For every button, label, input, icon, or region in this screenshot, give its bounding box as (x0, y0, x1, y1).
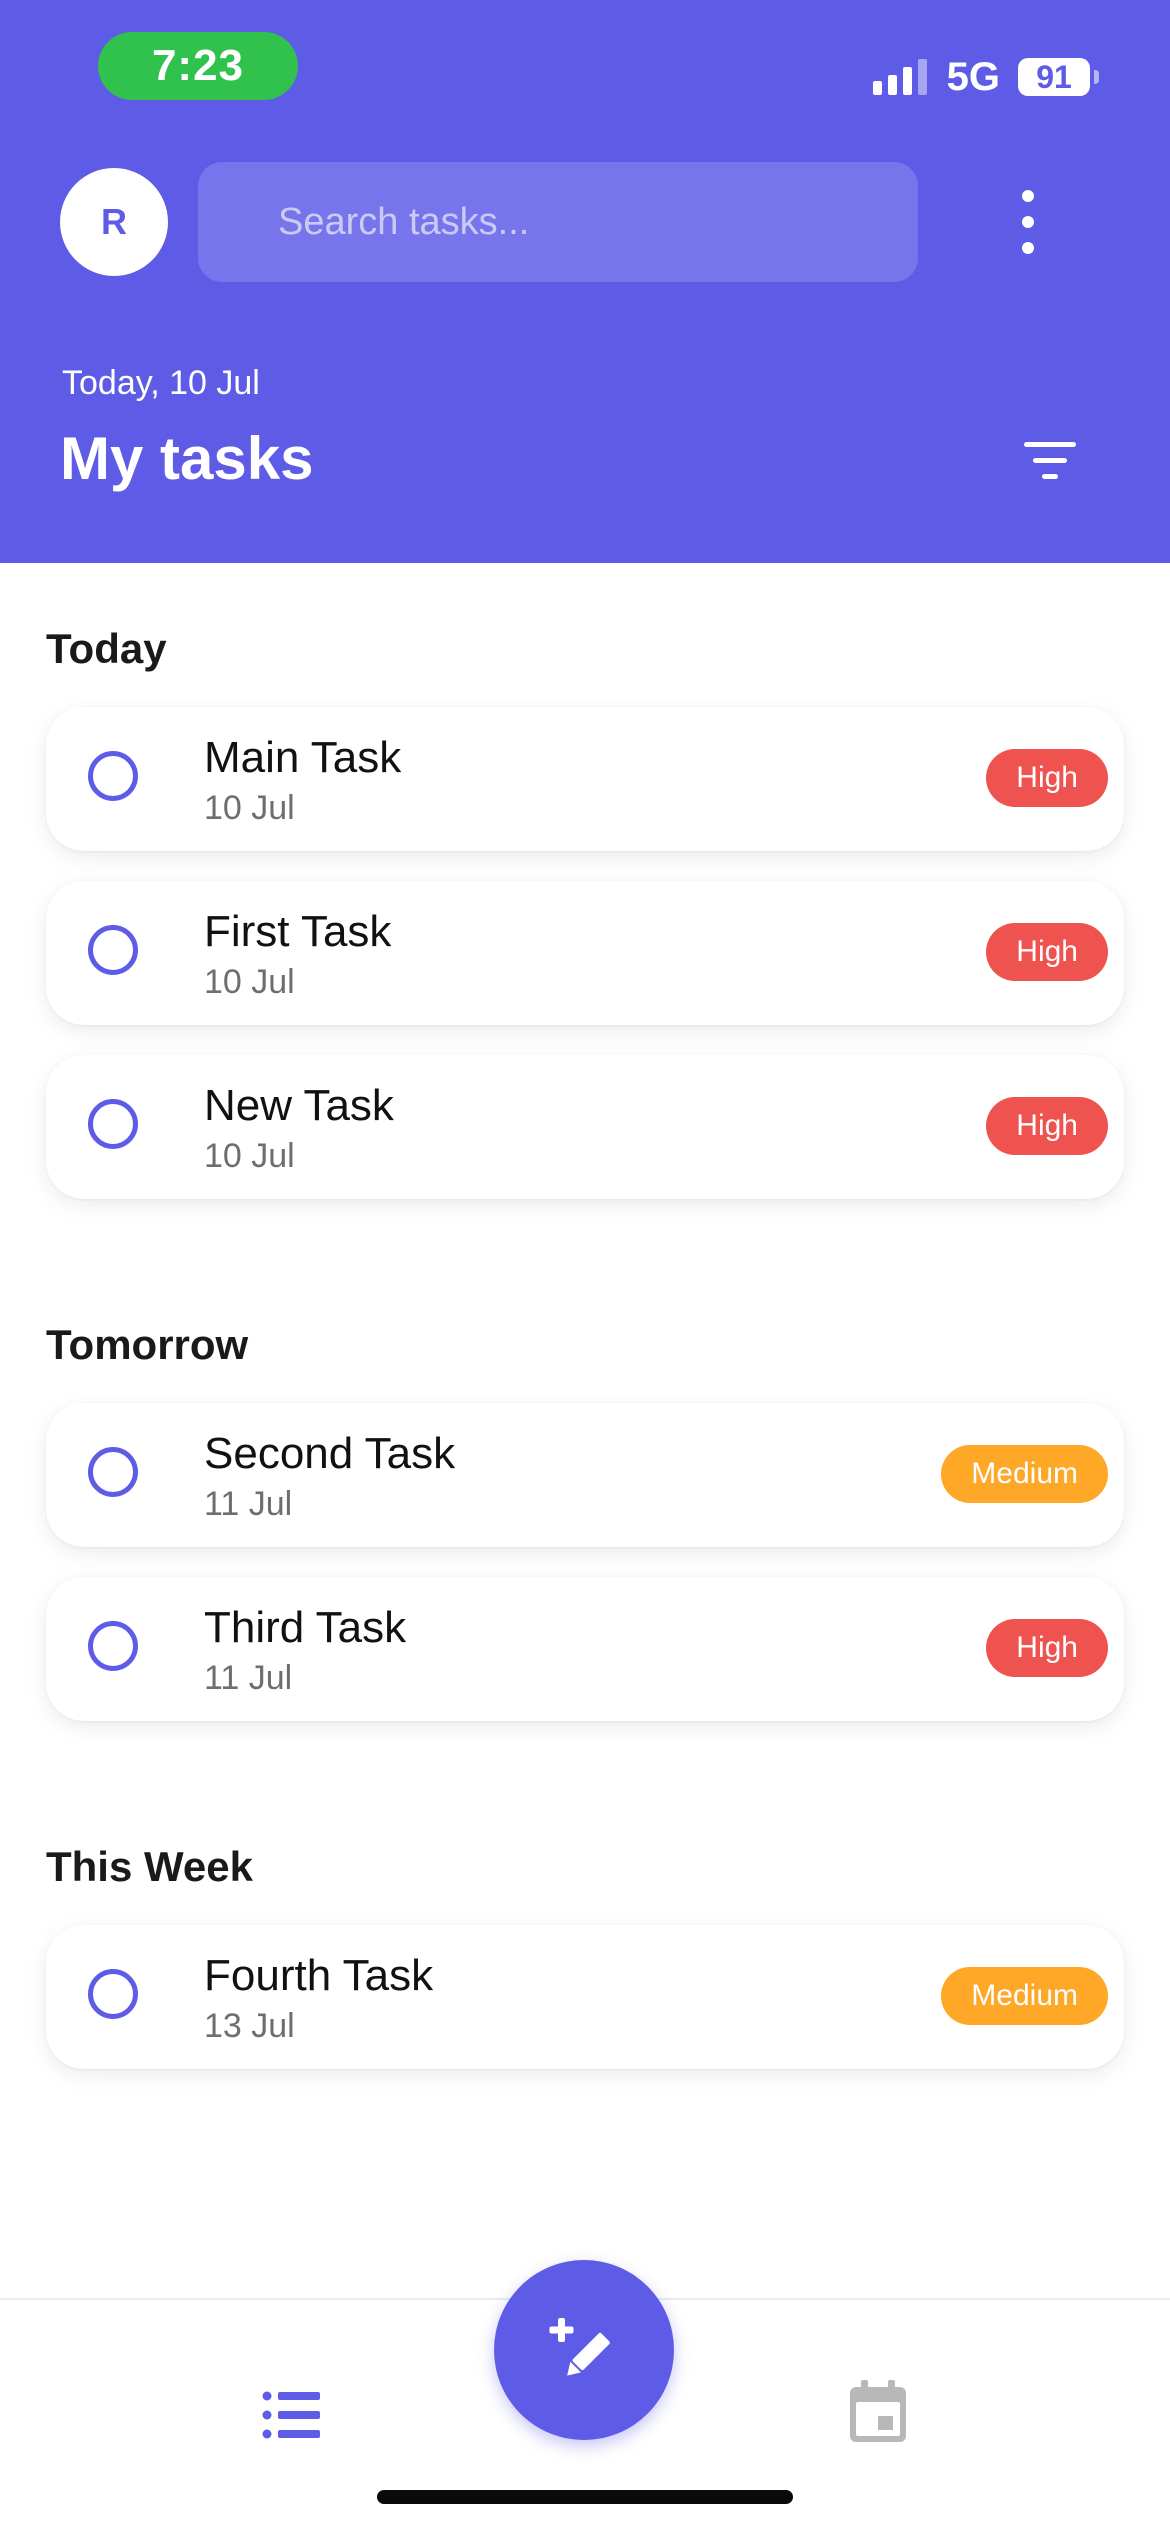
avatar[interactable]: R (60, 168, 168, 276)
task-card[interactable]: First Task 10 Jul High (46, 881, 1124, 1025)
task-name: New Task (204, 1081, 394, 1130)
task-card[interactable]: Second Task 11 Jul Medium (46, 1403, 1124, 1547)
task-card[interactable]: Main Task 10 Jul High (46, 707, 1124, 851)
task-name: Main Task (204, 733, 402, 782)
task-card[interactable]: Third Task 11 Jul High (46, 1577, 1124, 1721)
search-bar[interactable] (198, 162, 918, 282)
task-checkbox[interactable] (88, 925, 138, 975)
task-date: 13 Jul (204, 2007, 295, 2045)
status-time: 7:23 (98, 32, 298, 100)
task-date: 11 Jul (204, 1485, 293, 1523)
priority-badge: High (986, 1097, 1108, 1155)
priority-badge: Medium (941, 1445, 1108, 1503)
task-name: Second Task (204, 1429, 456, 1478)
task-card[interactable]: Fourth Task 13 Jul Medium (46, 1925, 1124, 2069)
task-checkbox[interactable] (88, 1099, 138, 1149)
status-indicators: 5G 91 (872, 52, 1099, 102)
home-indicator (377, 2490, 793, 2504)
task-date: 10 Jul (204, 789, 295, 827)
page-title: My tasks (60, 425, 314, 492)
filter-icon[interactable] (1022, 440, 1078, 482)
battery-icon: 91 (1018, 58, 1099, 96)
edit-add-icon (549, 2318, 610, 2376)
task-checkbox[interactable] (88, 1447, 138, 1497)
signal-icon (872, 59, 927, 95)
network-type: 5G (946, 54, 1000, 99)
task-checkbox[interactable] (88, 1969, 138, 2019)
more-vertical-icon[interactable] (1008, 190, 1048, 254)
priority-badge: High (986, 749, 1108, 807)
task-name: Third Task (204, 1603, 407, 1652)
add-task-button[interactable] (494, 2260, 674, 2440)
search-input[interactable] (276, 199, 880, 245)
section-title-tomorrow: Tomorrow (46, 1321, 249, 1368)
current-date: Today, 10 Jul (62, 364, 260, 402)
task-date: 10 Jul (204, 963, 295, 1001)
priority-badge: High (986, 923, 1108, 981)
priority-badge: Medium (941, 1967, 1108, 2025)
task-name: First Task (204, 907, 392, 956)
header: 7:23 5G 91 R Today, 10 Jul My tasks (0, 0, 1170, 563)
task-checkbox[interactable] (88, 1621, 138, 1671)
task-card[interactable]: New Task 10 Jul High (46, 1055, 1124, 1199)
calendar-icon[interactable] (848, 2380, 908, 2444)
section-title-this-week: This Week (46, 1843, 253, 1890)
section-title-today: Today (46, 625, 167, 672)
list-icon[interactable] (262, 2390, 322, 2440)
task-date: 10 Jul (204, 1137, 295, 1175)
priority-badge: High (986, 1619, 1108, 1677)
task-name: Fourth Task (204, 1951, 434, 2000)
task-date: 11 Jul (204, 1659, 293, 1697)
task-checkbox[interactable] (88, 751, 138, 801)
